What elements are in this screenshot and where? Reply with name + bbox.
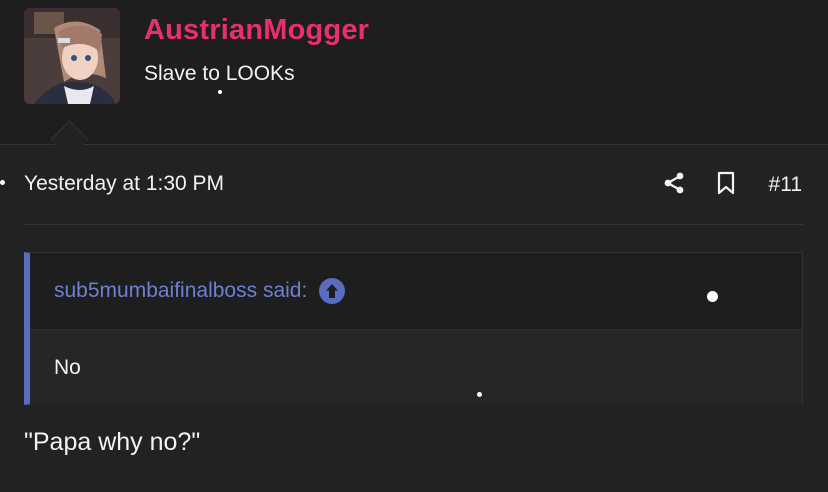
post-number-link[interactable]: #11 [769, 173, 802, 197]
dust-speck [218, 90, 222, 94]
dust-speck [707, 291, 718, 302]
quote-header: sub5mumbaifinalboss said: [30, 253, 802, 329]
user-title: Slave to LOOKs [144, 62, 295, 85]
post-actions: #11 [661, 170, 802, 200]
quote-author-link[interactable]: sub5mumbaifinalboss said: [54, 279, 307, 303]
share-icon [662, 171, 686, 200]
post-message: "Papa why no?" [24, 428, 201, 456]
arrow-up-circle-icon[interactable] [319, 278, 346, 304]
bookmark-icon [716, 171, 736, 200]
post-date[interactable]: Yesterday at 1:30 PM [24, 172, 224, 196]
divider [0, 144, 828, 145]
share-button[interactable] [661, 170, 687, 200]
avatar[interactable] [24, 8, 120, 104]
user-block: AustrianMogger Slave to LOOKs [0, 0, 828, 144]
dust-speck [477, 392, 482, 397]
bookmark-button[interactable] [715, 170, 737, 200]
divider [24, 224, 804, 225]
quote-block: sub5mumbaifinalboss said: No [24, 252, 803, 405]
avatar-image [24, 8, 120, 104]
username[interactable]: AustrianMogger [144, 14, 369, 47]
quote-content: No [30, 329, 802, 405]
dust-speck [0, 180, 5, 185]
